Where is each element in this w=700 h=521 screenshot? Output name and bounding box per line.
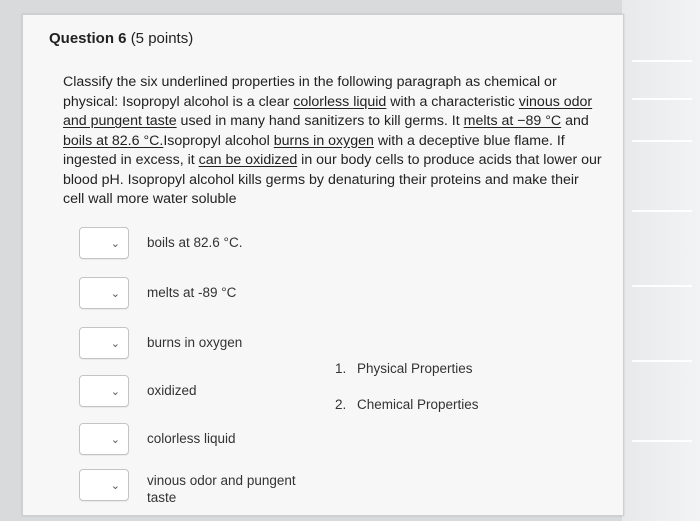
paragraph-text: and xyxy=(561,113,589,129)
answer-dropdown[interactable]: ⌄ xyxy=(79,423,129,455)
choice-item: 2. Chemical Properties xyxy=(335,397,479,433)
question-number: Question 6 xyxy=(49,30,127,47)
chevron-down-icon: ⌄ xyxy=(110,434,120,446)
choice-item: 1. Physical Properties xyxy=(335,361,479,397)
underlined-property: colorless liquid xyxy=(293,93,387,110)
question-points: (5 points) xyxy=(130,30,194,47)
choice-number: 1. xyxy=(335,361,347,376)
match-item-label: vinous odor and pungent taste xyxy=(147,473,296,505)
paragraph-text: Isopropyl alcohol xyxy=(163,132,274,149)
chevron-down-icon: ⌄ xyxy=(110,386,120,398)
answer-choices: 1. Physical Properties 2. Chemical Propert… xyxy=(335,361,479,433)
choice-label: Physical Properties xyxy=(357,361,473,376)
underlined-property: burns in oxygen xyxy=(273,132,374,149)
chevron-down-icon: ⌄ xyxy=(110,338,120,350)
underlined-property: boils at 82.6 °C. xyxy=(63,132,164,149)
decor-line xyxy=(632,60,692,62)
decor-line xyxy=(632,140,692,142)
paragraph-text: with a characteristic xyxy=(386,93,519,110)
match-item-label: colorless liquid xyxy=(147,431,236,446)
question-paragraph: Classify the six underlined properties i… xyxy=(63,73,603,210)
match-item-label: boils at 82.6 °C. xyxy=(147,235,243,250)
match-item-label: melts at -89 °C xyxy=(147,285,237,300)
answer-dropdown[interactable]: ⌄ xyxy=(79,375,129,407)
decor-line xyxy=(632,360,692,362)
chevron-down-icon: ⌄ xyxy=(110,480,120,492)
match-item-label: oxidized xyxy=(147,383,197,398)
answer-dropdown[interactable]: ⌄ xyxy=(79,469,129,501)
choice-number: 2. xyxy=(335,397,347,412)
paragraph-text: used in many hand sanitizers to kill ger… xyxy=(176,113,464,129)
decor-line xyxy=(632,285,692,287)
decor-line xyxy=(632,210,692,212)
chevron-down-icon: ⌄ xyxy=(110,288,120,300)
answer-dropdown[interactable]: ⌄ xyxy=(79,277,129,309)
background-right-edge xyxy=(622,0,700,521)
question-title: Question 6 (5 points) xyxy=(49,30,193,47)
underlined-property: melts at −89 °C xyxy=(463,113,562,129)
decor-line xyxy=(632,98,692,100)
question-card: Question 6 (5 points) Classify the six u… xyxy=(22,14,624,516)
answer-dropdown[interactable]: ⌄ xyxy=(79,227,129,259)
chevron-down-icon: ⌄ xyxy=(110,238,120,250)
underlined-property: can be oxidized xyxy=(198,152,298,168)
match-item-label: burns in oxygen xyxy=(147,335,243,350)
answer-dropdown[interactable]: ⌄ xyxy=(79,327,129,359)
choice-label: Chemical Properties xyxy=(357,397,479,412)
decor-line xyxy=(632,440,692,442)
